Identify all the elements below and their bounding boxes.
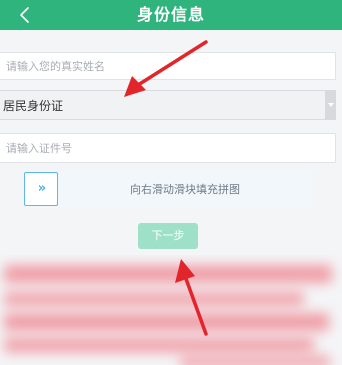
chevron-left-icon[interactable] xyxy=(16,3,34,27)
blurred-block xyxy=(4,337,314,353)
blurred-content xyxy=(0,255,342,365)
screen: 身份信息 居民身份证 » 向右滑动滑块填充拼图 下一步 xyxy=(0,0,342,365)
blurred-block xyxy=(4,313,329,331)
blurred-block xyxy=(4,291,304,307)
id-type-select[interactable]: 居民身份证 xyxy=(0,90,336,120)
page-title: 身份信息 xyxy=(136,5,205,24)
slider-captcha[interactable]: » 向右滑动滑块填充拼图 xyxy=(24,172,312,208)
blurred-block xyxy=(180,355,330,365)
dropdown-toggle[interactable] xyxy=(325,90,336,120)
slider-handle[interactable]: » xyxy=(24,172,58,206)
header-bar: 身份信息 xyxy=(0,0,342,30)
double-chevron-right-icon: » xyxy=(37,181,47,196)
chevron-down-icon xyxy=(328,103,334,107)
id-number-field[interactable] xyxy=(0,133,341,163)
slider-instruction: 向右滑动滑块填充拼图 xyxy=(130,183,240,196)
blurred-block xyxy=(4,265,332,283)
id-number-input[interactable] xyxy=(0,134,341,162)
name-input[interactable] xyxy=(0,53,341,79)
next-button[interactable]: 下一步 xyxy=(138,223,198,249)
name-field[interactable] xyxy=(0,52,341,80)
id-type-value: 居民身份证 xyxy=(3,99,64,113)
